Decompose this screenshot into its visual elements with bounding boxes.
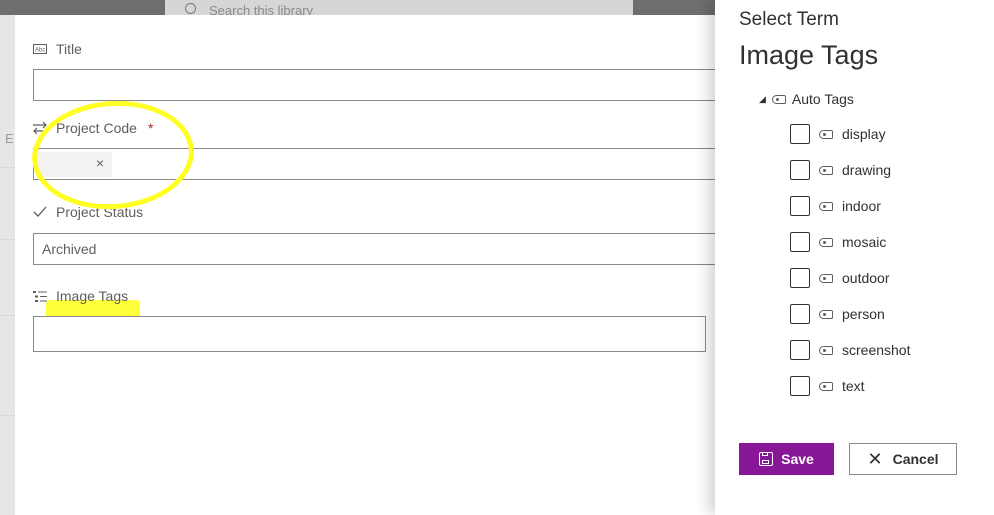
close-icon: ✕	[867, 449, 883, 469]
term-item-indoor[interactable]: indoor	[790, 196, 881, 216]
tag-icon	[819, 309, 833, 319]
term-item-screenshot[interactable]: screenshot	[790, 340, 910, 360]
select-term-panel: Select Term Image Tags ◢ Auto Tags displ…	[715, 0, 994, 515]
search-icon	[185, 3, 196, 14]
term-checkbox[interactable]	[790, 160, 810, 180]
title-label: Title	[56, 41, 82, 57]
image-tags-label-row: Image Tags	[32, 288, 128, 304]
save-button-label: Save	[781, 451, 814, 467]
save-button[interactable]: Save	[739, 443, 834, 475]
background-edge-text: E	[5, 131, 14, 146]
tag-icon	[819, 237, 833, 247]
background-list-edge: E	[0, 15, 15, 515]
title-label-row: Abc Title	[32, 41, 82, 57]
svg-text:Abc: Abc	[35, 48, 45, 54]
background-divider	[0, 167, 15, 168]
term-label: drawing	[842, 162, 892, 178]
project-status-value: Archived	[42, 241, 97, 257]
term-checkbox[interactable]	[790, 268, 810, 288]
tag-icon	[819, 345, 833, 355]
tag-icon	[819, 165, 833, 175]
tag-icon	[819, 201, 833, 211]
tag-icon	[819, 129, 833, 139]
cancel-button[interactable]: ✕ Cancel	[849, 443, 957, 475]
edit-properties-form: Abc Title Project Code * × Project Status…	[15, 15, 723, 515]
term-label: indoor	[842, 198, 881, 214]
term-label: person	[842, 306, 885, 322]
term-label: display	[842, 126, 886, 142]
term-checkbox[interactable]	[790, 340, 810, 360]
term-item-drawing[interactable]: drawing	[790, 160, 891, 180]
term-label: screenshot	[842, 342, 911, 358]
background-divider	[0, 239, 15, 240]
term-item-person[interactable]: person	[790, 304, 885, 324]
image-tags-field[interactable]	[33, 316, 706, 352]
term-set-root-auto-tags[interactable]: ◢ Auto Tags	[759, 91, 854, 107]
cancel-button-label: Cancel	[892, 451, 939, 467]
term-label: text	[842, 378, 865, 394]
term-checkbox[interactable]	[790, 376, 810, 396]
image-tags-label: Image Tags	[56, 288, 129, 304]
tag-icon	[771, 94, 786, 104]
term-checkbox[interactable]	[790, 304, 810, 324]
background-search-box: Search this library	[165, 0, 633, 15]
term-set-label: Auto Tags	[791, 91, 854, 107]
term-item-display[interactable]: display	[790, 124, 886, 144]
text-field-icon: Abc	[32, 42, 48, 56]
checkmark-icon	[32, 205, 48, 219]
term-item-outdoor[interactable]: outdoor	[790, 268, 889, 288]
panel-heading: Image Tags	[739, 40, 879, 70]
term-checkbox[interactable]	[790, 124, 810, 144]
term-label: outdoor	[842, 270, 890, 286]
title-input[interactable]	[33, 69, 723, 101]
term-checkbox[interactable]	[790, 196, 810, 216]
project-status-field[interactable]: Archived	[33, 233, 723, 265]
term-item-mosaic[interactable]: mosaic	[790, 232, 886, 252]
taxonomy-list-icon	[32, 289, 48, 303]
tag-icon	[819, 273, 833, 283]
background-divider	[0, 315, 15, 316]
save-icon	[759, 452, 774, 466]
term-item-text[interactable]: text	[790, 376, 865, 396]
background-divider	[0, 415, 15, 416]
panel-title: Select Term	[739, 9, 839, 30]
search-placeholder: Search this library	[209, 3, 314, 15]
expand-collapse-icon[interactable]: ◢	[759, 94, 766, 105]
tag-icon	[819, 381, 833, 391]
yellow-highlight-circle	[28, 95, 198, 215]
term-label: mosaic	[842, 234, 887, 250]
term-checkbox[interactable]	[790, 232, 810, 252]
